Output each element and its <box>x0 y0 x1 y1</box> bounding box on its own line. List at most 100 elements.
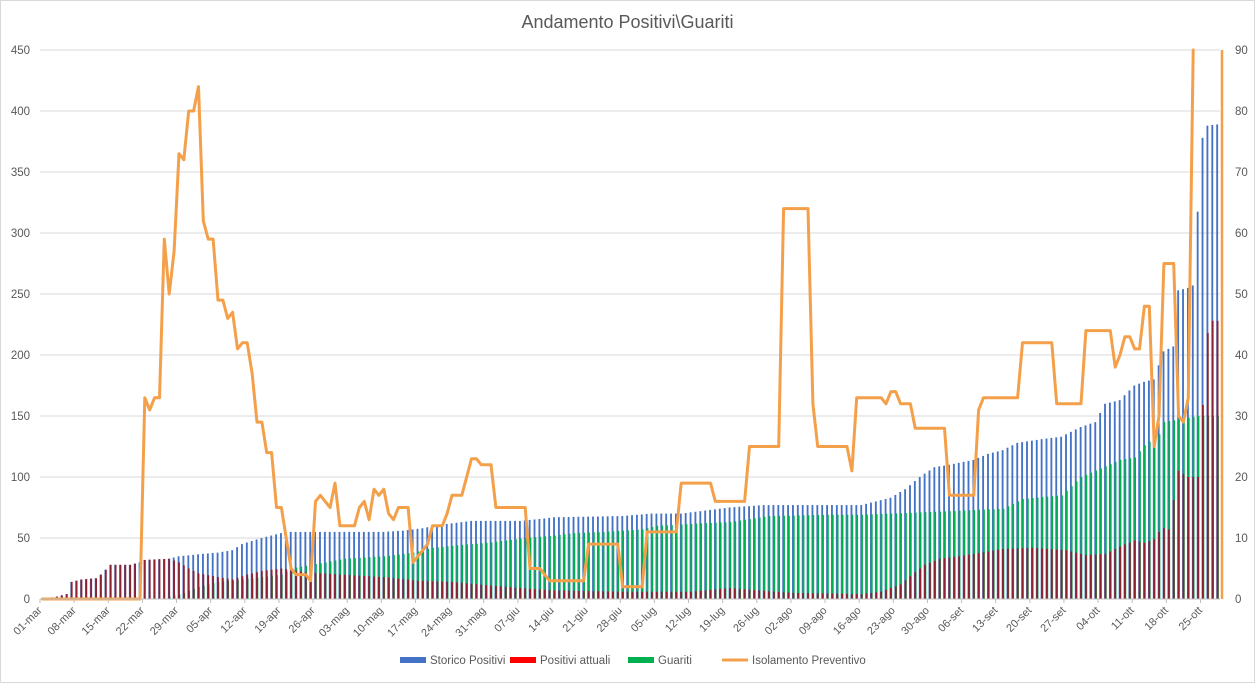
bar-positivi-attuali <box>324 573 327 599</box>
bar-positivi-attuali <box>251 573 254 599</box>
bar-positivi-attuali <box>402 579 405 599</box>
y-left-tick-label: 400 <box>11 106 30 118</box>
legend-positivi-attuali-label: Positivi attuali <box>540 655 610 667</box>
bar-guariti <box>719 522 722 599</box>
bar-positivi-attuali <box>197 573 200 599</box>
bar-positivi-attuali <box>1050 549 1053 599</box>
bar-positivi-attuali <box>719 588 722 599</box>
bar-positivi-attuali <box>490 585 492 599</box>
bar-positivi-attuali <box>426 581 429 599</box>
bar-positivi-attuali <box>846 593 848 599</box>
y-left-tick-label: 100 <box>11 472 30 484</box>
bar-positivi-attuali <box>499 586 502 599</box>
bar-positivi-attuali <box>660 591 663 599</box>
bar-positivi-attuali <box>475 584 478 599</box>
x-tick-label: 15-mar <box>80 604 113 637</box>
bar-positivi-attuali <box>514 587 517 599</box>
bar-guariti <box>787 515 790 599</box>
bar-positivi-attuali <box>963 555 965 599</box>
bar-positivi-attuali <box>1192 477 1195 599</box>
bar-positivi-attuali <box>192 570 195 599</box>
y-right-tick-label: 90 <box>1235 45 1248 57</box>
bar-positivi-attuali <box>865 593 868 599</box>
bar-positivi-attuali <box>558 590 561 599</box>
bar-positivi-attuali <box>831 593 834 599</box>
bar-guariti <box>705 523 707 599</box>
bar-positivi-attuali <box>577 590 580 599</box>
bar-guariti <box>592 532 595 599</box>
bar-positivi-attuali <box>119 564 122 599</box>
bar-guariti <box>885 513 888 599</box>
x-tick-label: 02-ago <box>763 605 796 638</box>
bar-guariti <box>666 525 668 599</box>
bar-positivi-attuali <box>855 593 858 599</box>
bar-positivi-attuali <box>1138 541 1141 599</box>
bar-guariti <box>714 522 717 599</box>
x-tick-label: 18-ott <box>1143 605 1171 633</box>
bar-guariti <box>685 524 688 599</box>
bar-guariti <box>748 519 751 599</box>
bar-positivi-attuali <box>704 590 707 599</box>
bar-positivi-attuali <box>1036 548 1039 599</box>
bar-guariti <box>802 515 805 599</box>
bar-guariti <box>822 514 824 599</box>
bar-positivi-attuali <box>265 570 268 599</box>
bar-guariti <box>826 514 829 599</box>
bar-positivi-attuali <box>933 560 936 599</box>
bar-guariti <box>602 531 605 599</box>
bar-positivi-attuali <box>1041 548 1043 599</box>
bar-positivi-attuali <box>1006 548 1009 599</box>
bar-positivi-attuali <box>924 564 926 599</box>
bar-positivi-attuali <box>714 589 717 599</box>
bar-positivi-attuali <box>70 581 73 599</box>
bar-positivi-attuali <box>953 556 956 599</box>
bar-positivi-attuali <box>699 590 702 599</box>
bar-positivi-attuali <box>753 590 756 599</box>
bar-positivi-attuali <box>690 591 692 599</box>
bar-positivi-attuali <box>758 590 761 599</box>
bar-positivi-attuali <box>270 569 273 599</box>
bar-positivi-attuali <box>207 575 210 599</box>
bar-positivi-attuali <box>894 586 897 599</box>
bar-positivi-attuali <box>412 580 414 599</box>
bar-positivi-attuali <box>641 591 644 599</box>
y-right-tick-label: 0 <box>1235 594 1241 606</box>
bar-positivi-attuali <box>1021 548 1024 599</box>
bar-positivi-attuali <box>163 558 166 599</box>
bar-guariti <box>612 531 615 599</box>
bar-positivi-attuali <box>651 591 653 599</box>
bar-positivi-attuali <box>1084 555 1087 599</box>
bar-positivi-attuali <box>148 559 151 599</box>
bar-positivi-attuali <box>80 579 83 599</box>
bar-guariti <box>573 533 576 599</box>
y-right-tick-label: 60 <box>1235 228 1248 240</box>
x-tick-label: 27-set <box>1038 605 1068 635</box>
bar-positivi-attuali <box>319 573 322 599</box>
x-tick-label: 12-apr <box>218 604 249 635</box>
x-tick-label: 05-apr <box>184 604 215 635</box>
y-right-tick-label: 50 <box>1235 289 1248 301</box>
bar-positivi-attuali <box>129 564 132 599</box>
bar-positivi-attuali <box>441 581 444 599</box>
bar-positivi-attuali <box>338 574 341 599</box>
bar-positivi-attuali <box>938 558 941 599</box>
bar-positivi-attuali <box>1011 548 1014 599</box>
bar-positivi-attuali <box>392 578 395 599</box>
y-right-tick-label: 80 <box>1235 106 1248 118</box>
bar-positivi-attuali <box>470 583 473 599</box>
bar-positivi-attuali <box>431 581 434 599</box>
y-right-tick-label: 40 <box>1235 350 1248 362</box>
x-tick-label: 14-giu <box>526 605 556 635</box>
bar-guariti <box>851 514 854 599</box>
bar-positivi-attuali <box>153 559 156 599</box>
bar-positivi-attuali <box>460 582 463 599</box>
x-tick-label: 04-ott <box>1074 605 1102 633</box>
bar-positivi-attuali <box>114 564 117 599</box>
bar-positivi-attuali <box>709 589 712 599</box>
bar-guariti <box>724 522 727 599</box>
legend-guariti-swatch <box>628 657 654 663</box>
bar-positivi-attuali <box>748 589 751 599</box>
bar-positivi-attuali <box>1060 549 1063 599</box>
bar-guariti <box>895 513 898 599</box>
bar-guariti <box>607 531 610 599</box>
